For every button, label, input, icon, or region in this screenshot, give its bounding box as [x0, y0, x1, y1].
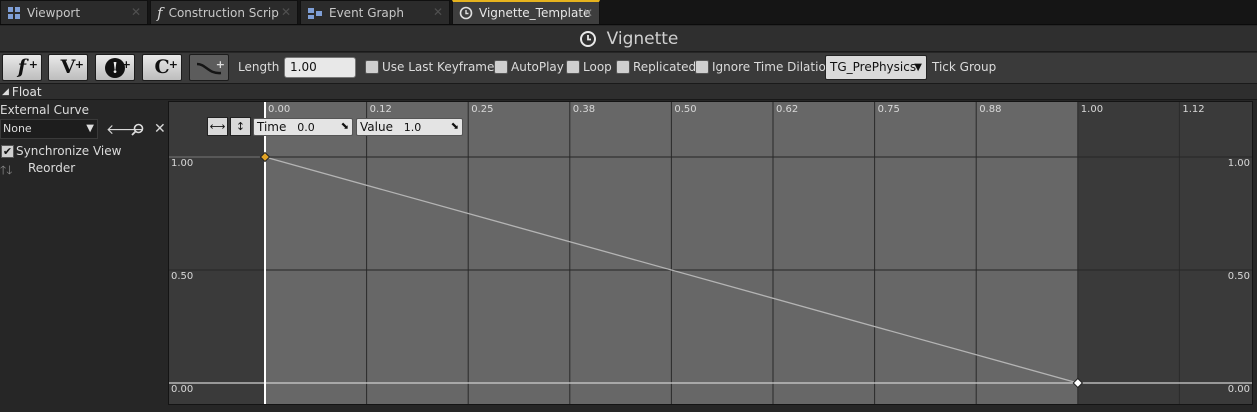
tick-group-dropdown[interactable]: TG_PrePhysics ▼	[825, 55, 927, 80]
section-label: Float	[11, 84, 42, 99]
length-label: Length	[238, 60, 280, 74]
x-tick-label: 1.12	[1182, 104, 1205, 115]
close-icon[interactable]: ✕	[583, 6, 593, 20]
x-tick-label: 0.88	[979, 104, 1002, 115]
vector-icon: V	[60, 56, 76, 78]
reorder-arrows-icon[interactable]: 🡑🡓	[0, 161, 12, 182]
browse-search-icon[interactable]	[131, 123, 144, 136]
reorder-label: Reorder	[28, 161, 76, 175]
x-tick-label: 0.75	[877, 104, 900, 115]
x-tick-label: 0.00	[268, 104, 291, 115]
external-curve-dropdown[interactable]: None ▼	[0, 119, 98, 139]
x-tick-label: 0.50	[674, 104, 697, 115]
track-details-panel: External Curve None ▼ 🡐 ✕ ✔ Synchronize …	[0, 101, 168, 412]
event-graph-icon	[308, 7, 322, 19]
tab-label: Vignette_Template	[479, 6, 591, 20]
ignore-time-dilation-label: Ignore Time Dilation	[712, 60, 834, 74]
page-title: Vignette	[606, 28, 679, 49]
tick-group-value: TG_PrePhysics	[830, 60, 917, 74]
tab-vignette-template[interactable]: Vignette_Template ✕	[452, 0, 600, 24]
timeline-toolbar: f + V + ! + C + + Length 1.00 Use Last Keyfr…	[0, 53, 1257, 84]
viewport-icon	[8, 6, 20, 19]
tab-bar: Viewport ✕ f Construction Scrip ✕ Event …	[0, 0, 1257, 25]
close-icon[interactable]: ✕	[131, 5, 141, 19]
key-time-field[interactable]: Time 0.0 ⬊	[253, 118, 353, 136]
close-icon[interactable]: ✕	[433, 5, 443, 19]
fit-vertical-icon: ↕	[235, 120, 246, 133]
y-tick-label: 0.50	[1227, 271, 1250, 282]
x-tick-label: 0.25	[471, 104, 494, 115]
clock-icon	[579, 30, 596, 47]
clear-close-icon[interactable]: ✕	[154, 121, 166, 137]
loop-checkbox[interactable]	[566, 60, 580, 74]
replicated-checkbox[interactable]	[616, 60, 630, 74]
curve-value: None	[3, 122, 32, 135]
time-label: Time	[257, 120, 287, 134]
zoom-to-fit-vertical-button[interactable]: ↕	[230, 117, 251, 136]
replicated-label: Replicated	[633, 60, 697, 74]
title-bar: Vignette	[0, 26, 1257, 52]
resize-grip-icon: ⬊	[340, 121, 349, 132]
add-color-track-button[interactable]: C +	[142, 54, 182, 81]
use-last-keyframe-checkbox[interactable]	[365, 60, 379, 74]
autoplay-checkbox[interactable]	[494, 60, 508, 74]
add-event-track-button[interactable]: ! +	[95, 54, 135, 81]
collapse-arrow-icon: ◢	[2, 86, 9, 97]
add-float-track-button[interactable]: f +	[2, 54, 42, 81]
synchronize-view-label: Synchronize View	[16, 144, 122, 158]
tick-group-label: Tick Group	[932, 60, 997, 74]
fit-horizontal-icon: ⟷	[209, 120, 226, 133]
color-icon: C	[154, 56, 170, 78]
key-value-field[interactable]: Value 1.0 ⬊	[356, 118, 463, 136]
function-icon: f	[17, 56, 27, 78]
x-tick-label: 0.62	[776, 104, 799, 115]
ignore-time-dilation-checkbox[interactable]	[695, 60, 709, 74]
check-icon: ✔	[2, 145, 13, 158]
value-value: 1.0	[403, 121, 422, 134]
tab-event-graph[interactable]: Event Graph ✕	[300, 0, 450, 24]
x-tick-label: 1.00	[1080, 104, 1104, 115]
float-section-header[interactable]: ◢ Float	[0, 84, 1257, 100]
dropdown-arrow-icon: ▼	[86, 123, 94, 134]
use-last-keyframe-label: Use Last Keyframe?	[382, 60, 501, 74]
add-vector-track-button[interactable]: V +	[48, 54, 88, 81]
y-tick-label: 1.00	[1227, 158, 1250, 169]
dropdown-arrow-icon: ▼	[914, 62, 922, 73]
plus-icon: +	[215, 58, 225, 71]
curve-canvas[interactable]	[169, 102, 1252, 404]
y-tick-label: 0.50	[171, 271, 194, 282]
tab-label: Event Graph	[329, 5, 404, 20]
y-tick-label: 0.00	[171, 384, 194, 395]
plus-icon: +	[121, 58, 131, 71]
plus-icon: +	[168, 58, 178, 71]
tab-label: Viewport	[27, 5, 81, 20]
x-tick-label: 0.38	[572, 104, 596, 115]
length-input[interactable]: 1.00	[284, 57, 356, 78]
autoplay-label: AutoPlay	[511, 60, 564, 74]
time-value: 0.0	[297, 121, 315, 134]
close-icon[interactable]: ✕	[281, 5, 291, 19]
external-curve-label: External Curve	[0, 103, 90, 117]
loop-label: Loop	[583, 60, 612, 74]
x-tick-label: 0.12	[369, 104, 392, 115]
add-curve-asset-button[interactable]: +	[189, 54, 229, 81]
value-label: Value	[360, 120, 393, 134]
tab-viewport[interactable]: Viewport ✕	[0, 0, 148, 24]
plus-icon: +	[28, 58, 38, 71]
synchronize-view-checkbox[interactable]: ✔	[1, 145, 14, 158]
function-icon: f	[157, 3, 163, 22]
y-tick-label: 1.00	[171, 158, 194, 169]
zoom-to-fit-horizontal-button[interactable]: ⟷	[207, 117, 228, 136]
curve-editor-graph[interactable]: 0.00 0.12 0.25 0.38 0.50 0.62 0.75 0.88 1.00 1.12…	[168, 101, 1253, 405]
resize-grip-icon: ⬊	[450, 121, 459, 132]
tab-label: Construction Scrip	[168, 5, 279, 20]
tab-construction-script[interactable]: f Construction Scrip ✕	[150, 0, 298, 24]
y-tick-label: 0.00	[1227, 384, 1250, 395]
clock-icon	[459, 6, 473, 20]
plus-icon: +	[74, 58, 84, 71]
